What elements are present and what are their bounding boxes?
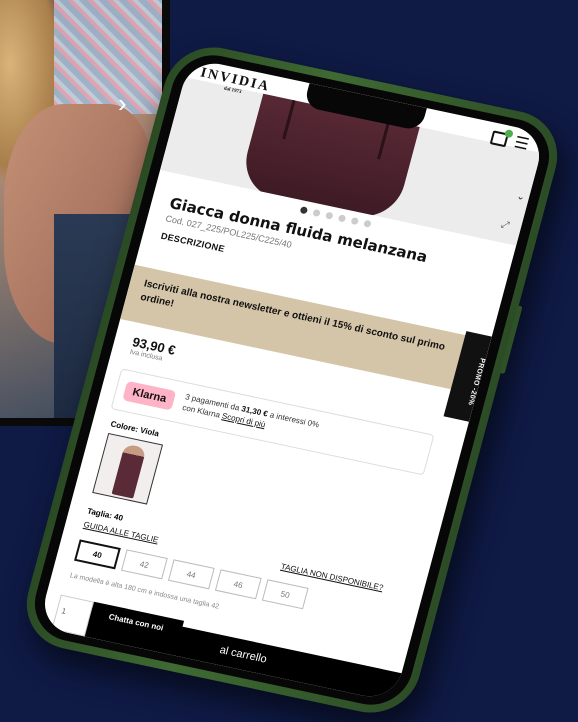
gallery-dot[interactable] xyxy=(363,219,372,228)
klarna-box: Klarna 3 pagamenti da 31,30 € a interess… xyxy=(110,368,435,476)
size-option[interactable]: 50 xyxy=(261,579,309,610)
cart-icon[interactable] xyxy=(489,128,514,148)
size-option[interactable]: 44 xyxy=(167,559,215,590)
gallery-dot[interactable] xyxy=(337,214,347,223)
gallery-dot[interactable] xyxy=(299,206,309,215)
size-option[interactable]: 42 xyxy=(120,549,168,580)
gallery-dot[interactable] xyxy=(324,211,334,220)
menu-icon[interactable]: ☰ xyxy=(512,132,531,154)
cart-badge xyxy=(503,128,514,139)
expand-icon[interactable]: ⤢ xyxy=(500,219,511,231)
klarna-logo: Klarna xyxy=(122,380,177,411)
gallery-dot[interactable] xyxy=(312,208,321,218)
size-option[interactable]: 40 xyxy=(74,539,121,570)
size-option[interactable]: 46 xyxy=(214,569,262,600)
size-label: Taglia: 40 xyxy=(86,506,125,523)
klarna-text: 3 pagamenti da 31,30 € a interessi 0% co… xyxy=(181,392,321,430)
gallery-dot[interactable] xyxy=(350,216,360,226)
photo-blouse xyxy=(54,0,162,114)
size-guide-link[interactable]: GUIDA ALLE TAGLIE xyxy=(83,520,160,545)
chevron-right-icon[interactable]: › xyxy=(118,88,127,119)
color-swatch[interactable] xyxy=(92,432,164,505)
price-block: 93,90 € Iva inclusa xyxy=(129,334,177,364)
